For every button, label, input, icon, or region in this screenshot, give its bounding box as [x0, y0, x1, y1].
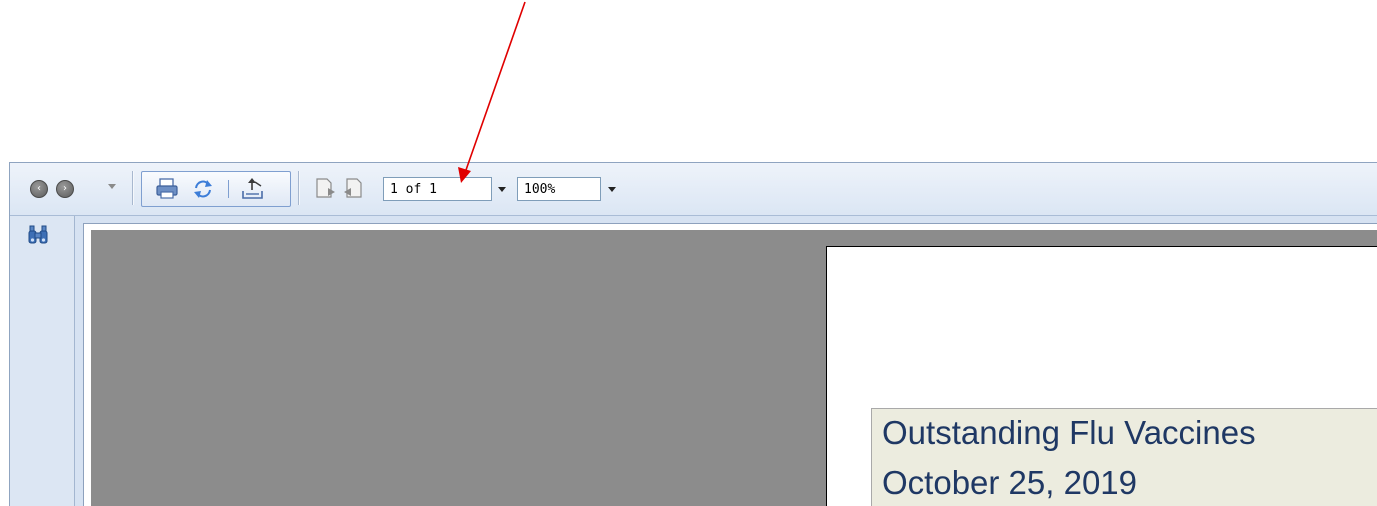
report-content-area: Outstanding Flu Vaccines October 25, 201… [83, 223, 1377, 506]
zoom-dropdown-button[interactable] [604, 177, 620, 201]
chevron-down-icon [498, 186, 506, 192]
report-date: October 25, 2019 [882, 464, 1138, 501]
sidebar [10, 216, 75, 506]
refresh-icon[interactable] [192, 179, 214, 199]
zoom-input[interactable]: 100% [517, 177, 601, 201]
forward-circle-icon[interactable]: › [56, 180, 74, 198]
previous-page-icon[interactable] [315, 177, 337, 199]
navigation-dropdown-arrow[interactable] [108, 184, 116, 189]
group-divider [228, 180, 229, 198]
chevron-down-icon [608, 186, 616, 192]
export-icon[interactable] [240, 177, 266, 201]
print-export-group [141, 171, 291, 207]
back-circle-icon[interactable]: ‹ [30, 180, 48, 198]
binoculars-icon[interactable] [27, 224, 49, 246]
toolbar-separator [132, 171, 134, 205]
toolbar-separator [298, 171, 300, 205]
page-dropdown-button[interactable] [494, 177, 510, 201]
page-number-input[interactable]: 1 of 1 [383, 177, 492, 201]
toolbar: ‹ › 1 of 1 100% [10, 163, 1377, 216]
next-page-icon[interactable] [342, 177, 364, 199]
report-title-box: Outstanding Flu Vaccines October 25, 201… [871, 408, 1377, 506]
printer-icon[interactable] [155, 178, 179, 200]
report-viewer: ‹ › 1 of 1 100% Outstanding Flu Vaccines… [9, 162, 1377, 506]
report-page: Outstanding Flu Vaccines October 25, 201… [826, 246, 1377, 506]
report-title: Outstanding Flu Vaccines [882, 414, 1256, 451]
report-background: Outstanding Flu Vaccines October 25, 201… [91, 230, 1377, 506]
